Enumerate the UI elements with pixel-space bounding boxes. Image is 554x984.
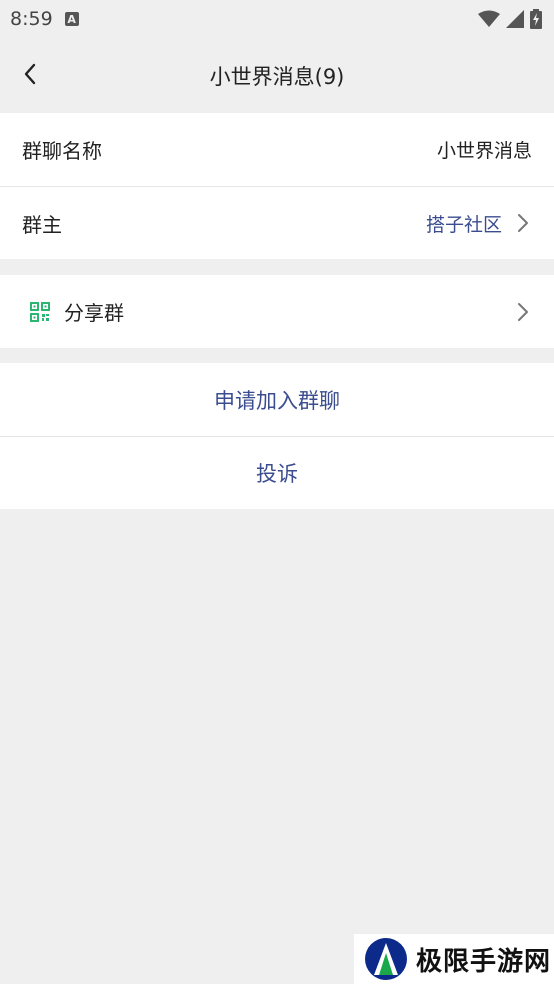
- chevron-left-icon: [24, 63, 36, 85]
- qr-code-icon: [30, 301, 50, 322]
- report-label: 投诉: [256, 462, 298, 486]
- watermark: 极限手游网: [354, 934, 554, 984]
- chevron-right-icon: [516, 301, 532, 323]
- actions-section: 申请加入群聊 投诉: [0, 363, 554, 509]
- report-button[interactable]: 投诉: [0, 436, 554, 509]
- share-group-label: 分享群: [64, 301, 124, 325]
- status-time: 8:59: [10, 8, 53, 30]
- signal-icon: [506, 10, 524, 28]
- group-name-row[interactable]: 群聊名称 小世界消息: [0, 113, 554, 186]
- share-group-row[interactable]: 分享群: [0, 275, 554, 348]
- status-bar: 8:59 A: [0, 0, 554, 38]
- group-info-section: 群聊名称 小世界消息 群主 搭子社区: [0, 113, 554, 259]
- join-group-label: 申请加入群聊: [214, 388, 340, 413]
- group-name-label: 群聊名称: [22, 139, 102, 163]
- watermark-logo-icon: [365, 938, 407, 980]
- battery-charging-icon: [530, 9, 542, 29]
- status-bar-left: 8:59 A: [10, 8, 79, 30]
- watermark-text: 极限手游网: [416, 946, 552, 977]
- status-bar-right: [478, 9, 542, 29]
- join-group-button[interactable]: 申请加入群聊: [0, 363, 554, 436]
- group-name-value: 小世界消息: [436, 140, 532, 162]
- share-section: 分享群: [0, 275, 554, 348]
- group-owner-value[interactable]: 搭子社区: [426, 210, 502, 237]
- page-title: 小世界消息(9): [209, 64, 345, 89]
- wifi-icon: [478, 10, 500, 27]
- header: 小世界消息(9): [0, 38, 554, 113]
- back-button[interactable]: [12, 56, 48, 92]
- chevron-right-icon: [516, 212, 532, 234]
- group-owner-row[interactable]: 群主 搭子社区: [0, 186, 554, 259]
- group-owner-label: 群主: [22, 212, 62, 237]
- a-letter-icon: A: [64, 12, 79, 26]
